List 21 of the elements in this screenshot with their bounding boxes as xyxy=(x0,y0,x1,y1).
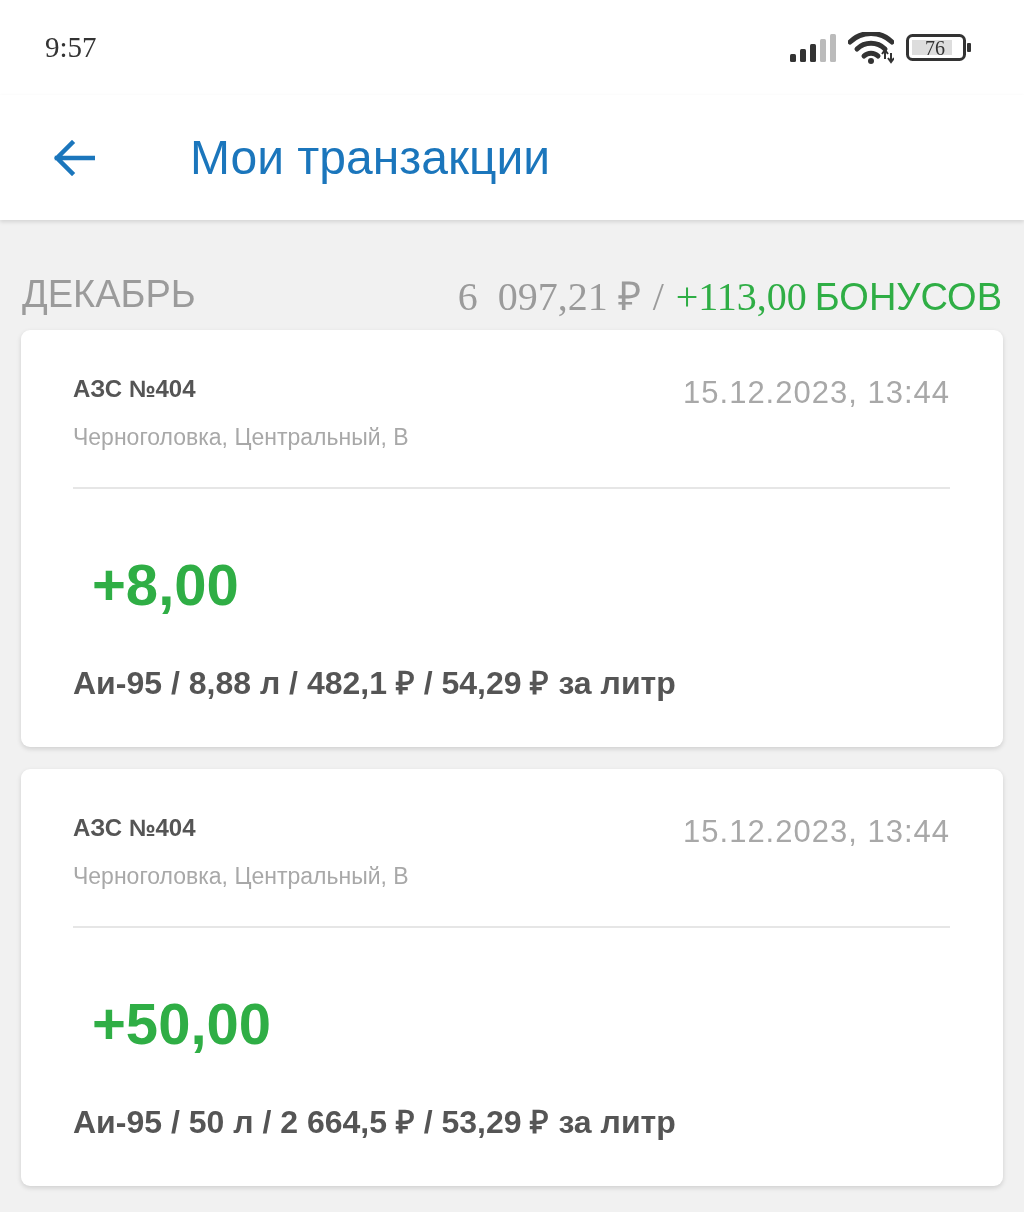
bonus-amount: +8,00 xyxy=(92,553,240,617)
signal-icon xyxy=(790,33,836,62)
bonus-amount: +50,00 xyxy=(92,992,272,1056)
station-address: Черноголовка, Центральный, В xyxy=(73,423,409,452)
station-address: Черноголовка, Центральный, В xyxy=(73,862,409,891)
bonus-unit: БОНУСОВ xyxy=(814,275,1002,319)
transaction-date: 15.12.2023, 13:44 xyxy=(683,374,950,412)
station-name: АЗС №404 xyxy=(73,813,197,843)
status-time: 9:57 xyxy=(45,31,97,64)
separator-text: / xyxy=(652,272,664,320)
page-title: Мои транзакции xyxy=(190,133,551,182)
month-total: 6 097,21 ₽ xyxy=(457,272,641,321)
month-bonus: +113,00 xyxy=(675,272,807,320)
fuel-details: Аи-95 / 50 л / 2 664,5 ₽ / 53,29 ₽ за литр xyxy=(73,1103,677,1142)
battery-level-text: 76 xyxy=(924,37,946,58)
arrow-left-icon xyxy=(53,139,95,176)
month-heading: ДЕКАБРЬ xyxy=(22,272,196,316)
station-name: АЗС №404 xyxy=(73,374,197,404)
transaction-date: 15.12.2023, 13:44 xyxy=(683,813,950,851)
wifi-icon xyxy=(848,31,894,64)
fuel-details: Аи-95 / 8,88 л / 482,1 ₽ / 54,29 ₽ за литр xyxy=(73,664,677,703)
